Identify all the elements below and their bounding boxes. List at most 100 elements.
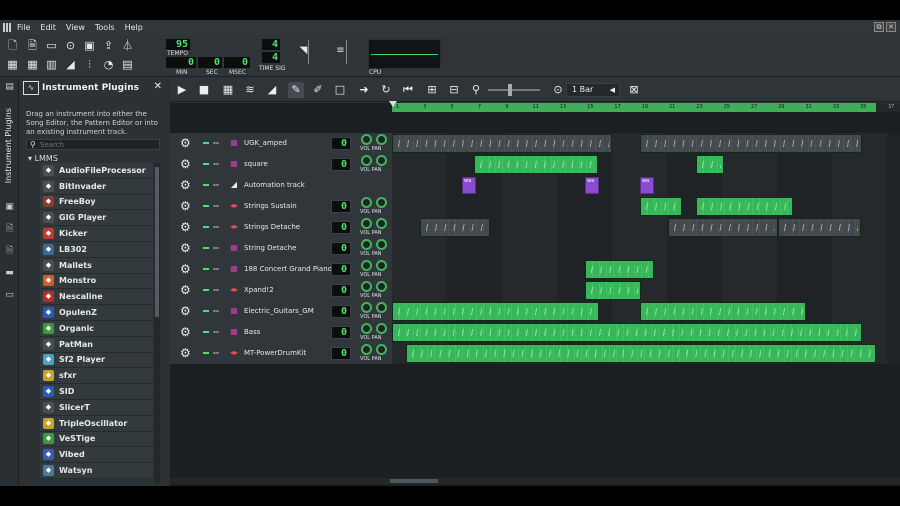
plugin-item[interactable]: ◆ GIG Player (40, 210, 153, 227)
solo-toggle[interactable] (213, 247, 219, 249)
solo-toggle[interactable] (213, 310, 219, 312)
timeline-ruler[interactable]: 1 3 5 7 9 11 13 15 17 19 21 23 25 27 29 31 33 35 (389, 101, 900, 112)
plugin-item[interactable]: ◆ Mallets (40, 257, 153, 274)
gear-icon[interactable]: ⚙ (180, 304, 191, 318)
project-notes-icon[interactable]: ▤ (120, 57, 135, 72)
solo-toggle[interactable] (213, 268, 219, 270)
select-mode-icon[interactable]: □ (332, 82, 348, 98)
plugin-item[interactable]: ◆ Watsyn (40, 463, 153, 479)
track-lane[interactable] (392, 322, 900, 343)
horizontal-scroll-thumb[interactable] (390, 479, 438, 483)
gear-icon[interactable]: ⚙ (180, 136, 191, 150)
menu-edit[interactable]: Edit (40, 23, 56, 32)
track-name[interactable]: Xpand!2 (244, 286, 274, 294)
plugin-tree-root[interactable]: ▾ LMMS (28, 154, 58, 163)
volume-knob[interactable] (361, 344, 372, 355)
mute-toggle[interactable] (203, 268, 209, 270)
master-volume-slider[interactable] (308, 40, 328, 64)
pattern-clip[interactable] (778, 218, 861, 237)
track-volume-display[interactable]: 0 (331, 158, 351, 171)
solo-toggle[interactable] (213, 163, 219, 165)
master-pitch-slider[interactable] (346, 40, 362, 64)
pattern-clip[interactable] (640, 197, 682, 216)
plugin-item[interactable]: ◆ Kicker (40, 226, 153, 242)
plugin-item[interactable]: ◆ SlicerT (40, 399, 153, 416)
volume-knob[interactable] (361, 134, 372, 145)
gear-icon[interactable]: ⚙ (180, 325, 191, 339)
track-lane[interactable] (392, 343, 900, 364)
pattern-clip[interactable] (640, 134, 862, 153)
zoom-slider[interactable] (488, 89, 540, 91)
pan-knob[interactable] (376, 239, 387, 250)
oscilloscope[interactable] (368, 39, 441, 69)
track-name[interactable]: MT-PowerDrumKit (244, 349, 306, 357)
play-icon[interactable]: ▶ (174, 82, 190, 98)
time-sig-denominator[interactable]: 4 (262, 52, 280, 63)
pattern-clip[interactable] (420, 218, 490, 237)
plugin-item[interactable]: ◆ FreeBoy (40, 194, 153, 211)
computer-tab-icon[interactable]: ▭ (4, 290, 15, 301)
draw-mode-icon[interactable]: ✎ (288, 82, 304, 98)
pattern-clip[interactable] (392, 323, 862, 342)
plugin-item[interactable]: ◆ Vibed (40, 447, 153, 464)
plugin-search-field[interactable]: ⚲ (26, 139, 160, 150)
zoom-slider-handle[interactable] (508, 84, 512, 96)
pan-knob[interactable] (376, 323, 387, 334)
track-lane[interactable] (392, 280, 900, 301)
menu-file[interactable]: File (17, 23, 30, 32)
loop-points-icon[interactable]: ↻ (378, 82, 394, 98)
instrument-plugins-side-tab[interactable]: Instrument Plugins (4, 108, 13, 183)
track-name[interactable]: Electric_Guitars_GM (244, 307, 314, 315)
plugin-item[interactable]: ◆ Sf2 Player (40, 352, 153, 369)
solo-toggle[interactable] (213, 289, 219, 291)
gear-icon[interactable]: ⚙ (180, 346, 191, 360)
volume-knob[interactable] (361, 197, 372, 208)
pan-knob[interactable] (376, 281, 387, 292)
plugin-item[interactable]: ◆ AudioFileProcessor (40, 163, 153, 179)
pattern-clip[interactable] (406, 344, 876, 363)
track-lane[interactable] (392, 133, 900, 154)
auto-scroll-icon[interactable]: ➜ (356, 82, 372, 98)
menu-tools[interactable]: Tools (95, 23, 115, 32)
track-lane[interactable] (392, 301, 900, 322)
solo-toggle[interactable] (213, 142, 219, 144)
plugin-item[interactable]: ◆ Organic (40, 320, 153, 337)
tempo-display[interactable]: 95 (166, 39, 190, 50)
pattern-clip[interactable] (668, 218, 778, 237)
track-volume-display[interactable]: 0 (331, 137, 351, 150)
plugin-item[interactable]: ◆ sfxr (40, 368, 153, 385)
pattern-clip[interactable] (585, 281, 641, 300)
pattern-clip[interactable] (392, 134, 612, 153)
track-name[interactable]: Strings Detache (244, 223, 300, 231)
volume-knob[interactable] (361, 323, 372, 334)
save-project-icon[interactable]: ▣ (82, 38, 97, 53)
track-name[interactable]: Strings Sustain (244, 202, 297, 210)
time-sig-numerator[interactable]: 4 (262, 39, 280, 50)
plugin-search-input[interactable] (40, 141, 150, 149)
mute-toggle[interactable] (203, 226, 209, 228)
menu-view[interactable]: View (66, 23, 85, 32)
song-editor-horizontal-scrollbar[interactable] (170, 478, 900, 484)
pan-knob[interactable] (376, 134, 387, 145)
stop-icon[interactable]: ■ (196, 82, 212, 98)
track-volume-display[interactable]: 0 (331, 200, 351, 213)
track-name[interactable]: 188 Concert Grand Piano (244, 265, 332, 273)
app-menu-icon[interactable] (3, 23, 12, 32)
mute-toggle[interactable] (203, 184, 209, 186)
stop-behaviour-icon[interactable]: ⏮ (400, 82, 416, 98)
projects-tab-icon[interactable]: ▣ (4, 202, 15, 213)
mute-toggle[interactable] (203, 163, 209, 165)
insert-bar-icon[interactable]: ⊞ (424, 82, 440, 98)
song-editor-icon[interactable]: ▦ (5, 57, 20, 72)
volume-knob[interactable] (361, 302, 372, 313)
plugin-item[interactable]: ◆ OpulenZ (40, 305, 153, 321)
automation-clip[interactable]: wa (640, 177, 654, 194)
track-volume-display[interactable]: 0 (331, 347, 351, 360)
pan-knob[interactable] (376, 302, 387, 313)
mute-toggle[interactable] (203, 352, 209, 354)
pattern-clip[interactable] (585, 260, 654, 279)
instrument-plugins-tab-icon[interactable]: ▤ (4, 82, 15, 93)
pattern-clip[interactable] (696, 197, 793, 216)
mute-toggle[interactable] (203, 205, 209, 207)
plugin-item[interactable]: ◆ Monstro (40, 273, 153, 290)
